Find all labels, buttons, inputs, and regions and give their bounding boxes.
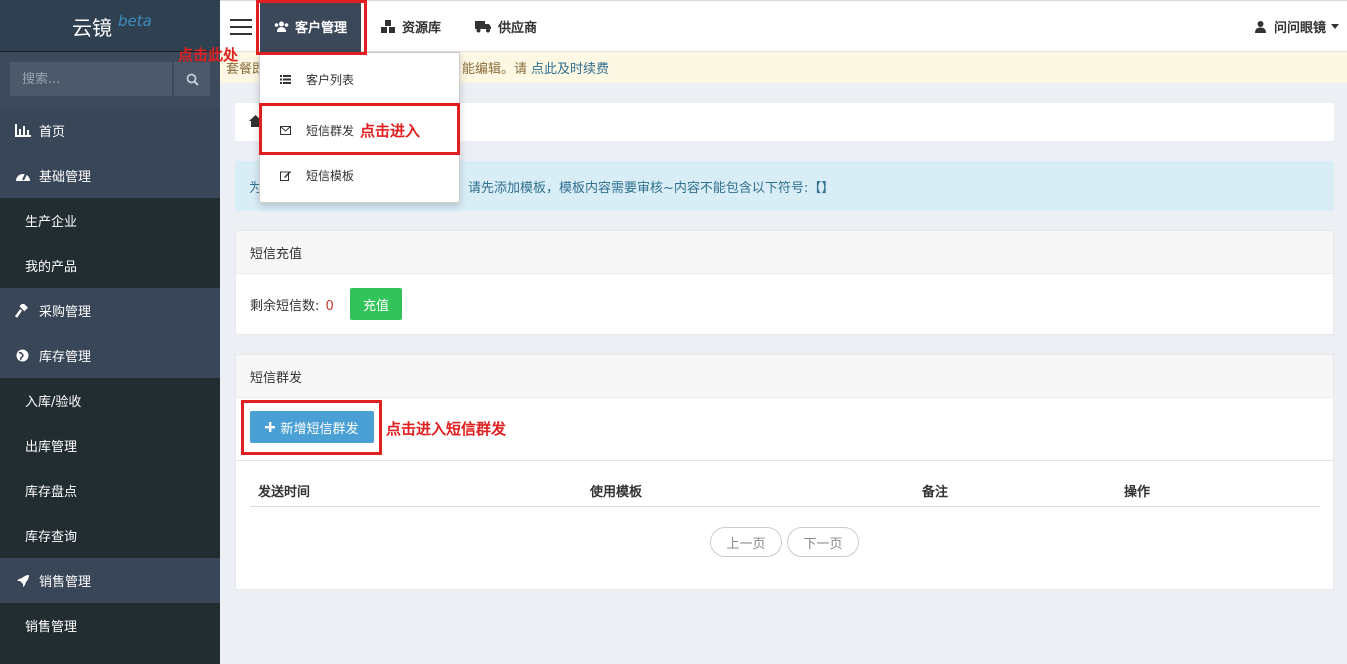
sidebar-item-manufacturer[interactable]: 生产企业 (0, 198, 220, 243)
sidebar-item-purchase[interactable]: 采购管理 (0, 288, 220, 333)
user-menu[interactable]: 问问眼镜 (1254, 1, 1339, 52)
annotation-click-here: 点击此处 (178, 46, 239, 64)
logo[interactable]: 云镜 (72, 12, 112, 41)
renew-link[interactable]: 点此及时续费 (531, 58, 609, 77)
sidebar-item-label: 首页 (39, 125, 66, 140)
column-header: 发送时间 (258, 485, 311, 500)
sidebar-item-stock-query[interactable]: 库存查询 (0, 513, 220, 558)
top-navbar: 客户管理 资源库 供应商 问问眼镜 (220, 0, 1347, 52)
sidebar-item-sales[interactable]: 销售管理 (0, 558, 220, 603)
nav-label: 供应商 (498, 21, 538, 36)
next-page-button[interactable]: 下一页 (787, 527, 859, 557)
menu-toggle-icon[interactable] (230, 19, 252, 35)
annotation-click-enter: 点击进入 (360, 122, 421, 140)
nav-resource-library[interactable]: 资源库 (380, 1, 441, 52)
caret-down-icon (1331, 24, 1339, 29)
dashboard-icon (14, 169, 31, 183)
table-header-border (250, 506, 1320, 507)
cubes-icon (380, 19, 396, 34)
beta-tag: beta (118, 12, 152, 30)
column-header: 使用模板 (590, 485, 643, 500)
sms-send-panel: 短信群发 新增短信群发 发送时间 使用模板 备注 操作 上一页 下一页 (235, 354, 1334, 590)
sidebar-item-basic[interactable]: 基础管理 (0, 153, 220, 198)
menu-item-customer-list[interactable]: 客户列表 (260, 57, 459, 102)
annotation-click-enter-sms: 点击进入短信群发 (386, 420, 507, 438)
notice-text: 能编辑。请 (462, 62, 528, 77)
remaining-count: 0 (325, 299, 334, 314)
divider (236, 460, 1333, 461)
sidebar-item-stocktake[interactable]: 库存盘点 (0, 468, 220, 513)
remaining-label: 剩余短信数: 0 (250, 299, 334, 314)
sidebar-item-stock-out[interactable]: 出库管理 (0, 423, 220, 468)
highlight-add-sms-button (241, 400, 382, 455)
sidebar-item-sales-manage[interactable]: 销售管理 (0, 603, 220, 648)
sidebar-item-home[interactable]: 首页 (0, 108, 220, 153)
alert-text: 请先添加模板，模板内容需要审核~内容不能包含以下符号:【】 (468, 180, 835, 196)
sidebar-item-label: 销售管理 (39, 575, 92, 590)
gavel-icon (14, 303, 31, 318)
globe-icon (14, 349, 31, 363)
menu-item-sms-template[interactable]: 短信模板 (260, 153, 459, 198)
sidebar: 云镜 beta 首页 基础管理 生产企业 我的产品 采购管理 库存管理 入库/验… (0, 0, 220, 664)
rocket-icon (14, 574, 31, 588)
sidebar-item-label: 入库/验收 (25, 395, 82, 410)
search-button[interactable] (174, 62, 210, 96)
sidebar-item-label: 销售管理 (25, 620, 78, 635)
user-name: 问问眼镜 (1273, 21, 1326, 36)
highlight-customer-management (256, 0, 367, 55)
sidebar-item-label: 我的产品 (25, 260, 78, 275)
sidebar-item-label: 采购管理 (39, 305, 92, 320)
bar-chart-icon (14, 124, 31, 138)
search-icon (186, 73, 199, 86)
panel-title: 短信充值 (236, 231, 1333, 274)
sidebar-item-label: 基础管理 (39, 170, 92, 185)
sidebar-item-inventory[interactable]: 库存管理 (0, 333, 220, 378)
column-header: 备注 (922, 485, 949, 500)
list-icon (280, 75, 294, 84)
user-icon (1254, 20, 1266, 33)
truck-icon (475, 20, 492, 33)
nav-label: 资源库 (402, 21, 442, 36)
sidebar-item-stock-in[interactable]: 入库/验收 (0, 378, 220, 423)
sidebar-item-label: 生产企业 (25, 215, 78, 230)
search-input[interactable] (10, 62, 172, 96)
sidebar-item-label: 库存盘点 (25, 485, 78, 500)
panel-title: 短信群发 (236, 355, 1333, 398)
recharge-panel: 短信充值 剩余短信数: 0 充值 (235, 230, 1334, 335)
sidebar-item-label: 出库管理 (25, 440, 78, 455)
sidebar-item-label: 库存管理 (39, 350, 92, 365)
column-header: 操作 (1124, 485, 1151, 500)
edit-icon (280, 170, 294, 181)
nav-supplier[interactable]: 供应商 (475, 1, 537, 52)
sidebar-item-my-products[interactable]: 我的产品 (0, 243, 220, 288)
sidebar-item-label: 库存查询 (25, 530, 78, 545)
prev-page-button[interactable]: 上一页 (710, 527, 782, 557)
recharge-button[interactable]: 充值 (350, 288, 402, 320)
